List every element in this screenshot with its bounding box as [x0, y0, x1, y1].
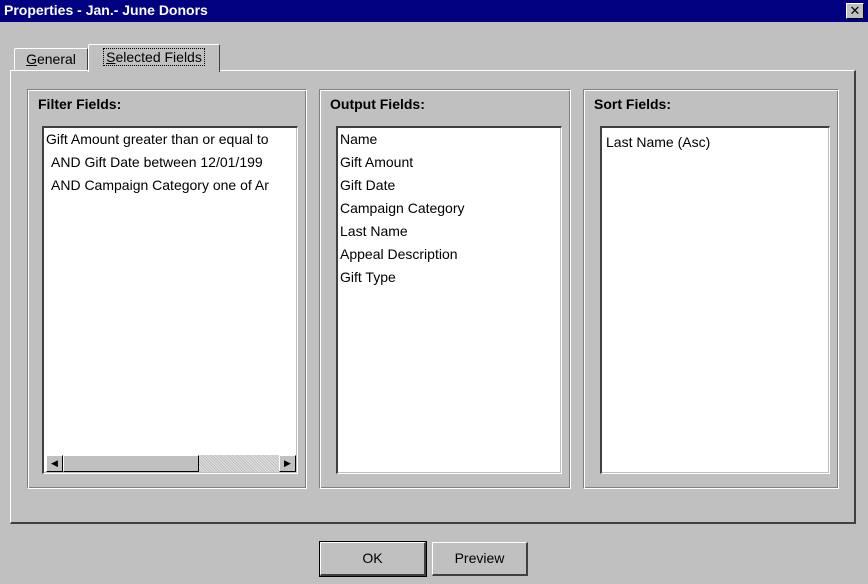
sort-fields-title: Sort Fields: — [594, 96, 672, 112]
output-fields-list[interactable]: Name Gift Amount Gift Date Campaign Cate… — [336, 126, 562, 474]
sort-fields-group: Sort Fields: Last Name (Asc) — [583, 89, 839, 489]
tab-panel-selected-fields: Filter Fields: Gift Amount greater than … — [10, 70, 856, 524]
filter-fields-title: Filter Fields: — [38, 96, 122, 112]
list-item[interactable]: Gift Type — [338, 266, 561, 289]
title-bar[interactable]: Properties - Jan.- June Donors ✕ — [0, 0, 868, 22]
list-item[interactable]: Last Name — [338, 220, 561, 243]
output-fields-title: Output Fields: — [330, 96, 425, 112]
ok-button[interactable]: OK — [319, 541, 427, 577]
filter-fields-group: Filter Fields: Gift Amount greater than … — [27, 89, 307, 489]
window-title: Properties - Jan.- June Donors — [4, 2, 208, 18]
list-item[interactable]: Campaign Category — [338, 197, 561, 220]
tab-general-mnemonic: G — [26, 51, 37, 67]
horizontal-scrollbar[interactable]: ◀ ▶ — [46, 455, 296, 472]
list-item[interactable]: Name — [338, 128, 561, 151]
tab-selected-label: elected Fields — [115, 49, 202, 65]
properties-dialog: Properties - Jan.- June Donors ✕ General… — [0, 0, 868, 584]
list-item[interactable]: AND Gift Date between 12/01/199 — [44, 151, 297, 174]
output-fields-group: Output Fields: Name Gift Amount Gift Dat… — [319, 89, 571, 489]
sort-fields-list[interactable]: Last Name (Asc) — [600, 126, 830, 474]
scroll-left-icon[interactable]: ◀ — [46, 455, 63, 472]
tab-general[interactable]: General — [14, 48, 88, 72]
list-item[interactable]: Gift Amount — [338, 151, 561, 174]
list-item[interactable]: Gift Date — [338, 174, 561, 197]
list-item[interactable]: AND Campaign Category one of Ar — [44, 174, 297, 197]
list-item[interactable]: Appeal Description — [338, 243, 561, 266]
list-item[interactable]: Gift Amount greater than or equal to — [44, 128, 297, 151]
list-item[interactable]: Last Name (Asc) — [602, 128, 829, 156]
filter-fields-list[interactable]: Gift Amount greater than or equal to AND… — [42, 126, 298, 474]
scrollbar-thumb[interactable] — [63, 455, 199, 472]
preview-button[interactable]: Preview — [432, 542, 528, 576]
close-icon[interactable]: ✕ — [846, 3, 864, 19]
tab-general-label: eneral — [36, 51, 76, 67]
tab-selected-fields[interactable]: Selected Fields — [88, 44, 220, 72]
tab-focus-rect: Selected Fields — [103, 48, 205, 66]
scroll-right-icon[interactable]: ▶ — [279, 455, 296, 472]
